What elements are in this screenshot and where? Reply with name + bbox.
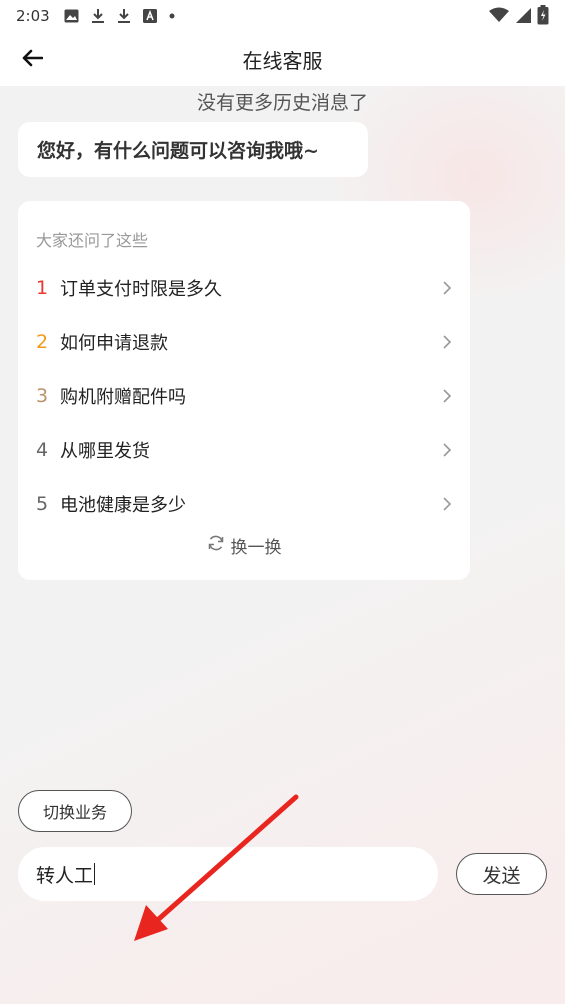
faq-item[interactable]: 5 电池健康是多少 xyxy=(18,484,470,524)
refresh-button[interactable]: 换一换 xyxy=(18,531,470,559)
app-bar: 在线客服 xyxy=(0,32,565,86)
status-bar: 2:03 xyxy=(0,0,565,32)
battery-icon xyxy=(537,5,549,29)
page-title: 在线客服 xyxy=(242,48,323,73)
faq-number: 2 xyxy=(36,331,49,353)
history-note: 没有更多历史消息了 xyxy=(196,92,368,114)
faq-item[interactable]: 2 如何申请退款 xyxy=(18,322,470,362)
faq-item[interactable]: 4 从哪里发货 xyxy=(18,430,470,470)
message-input-value: 转人工 xyxy=(36,864,94,887)
refresh-icon xyxy=(207,534,225,557)
faq-number: 1 xyxy=(36,277,49,299)
faq-item[interactable]: 3 购机附赠配件吗 xyxy=(18,376,470,416)
refresh-label: 换一换 xyxy=(230,537,282,558)
switch-business-button[interactable]: 切换业务 xyxy=(18,790,132,832)
font-icon xyxy=(142,9,157,23)
chevron-right-icon xyxy=(442,388,452,404)
faq-card: 大家还问了这些 1 订单支付时限是多久 2 如何申请退款 3 购机附赠配件吗 4… xyxy=(18,201,470,580)
download-icon xyxy=(91,8,105,24)
status-time: 2:03 xyxy=(16,7,50,25)
dot-icon xyxy=(169,13,175,19)
faq-question: 购机附赠配件吗 xyxy=(60,387,186,408)
message-input[interactable]: 转人工 xyxy=(18,847,438,901)
faq-question: 电池健康是多少 xyxy=(60,495,186,516)
faq-heading: 大家还问了这些 xyxy=(36,231,149,250)
back-button[interactable] xyxy=(14,42,50,78)
faq-item[interactable]: 1 订单支付时限是多久 xyxy=(18,268,470,308)
signal-icon xyxy=(515,7,531,27)
send-button[interactable]: 发送 xyxy=(456,853,547,895)
chevron-right-icon xyxy=(442,496,452,512)
faq-number: 3 xyxy=(36,385,49,407)
wifi-icon xyxy=(489,7,509,27)
faq-question: 从哪里发货 xyxy=(60,441,150,462)
arrow-left-icon xyxy=(21,49,44,71)
faq-question: 订单支付时限是多久 xyxy=(60,279,222,300)
chevron-right-icon xyxy=(442,280,452,296)
image-icon xyxy=(64,9,79,23)
greeting-message: 您好，有什么问题可以咨询我哦~ xyxy=(18,122,368,177)
faq-question: 如何申请退款 xyxy=(60,333,168,354)
faq-number: 5 xyxy=(36,493,49,515)
chevron-right-icon xyxy=(442,442,452,458)
faq-number: 4 xyxy=(36,439,49,461)
text-caret xyxy=(94,863,96,885)
chevron-right-icon xyxy=(442,334,452,350)
download-icon xyxy=(117,8,131,24)
